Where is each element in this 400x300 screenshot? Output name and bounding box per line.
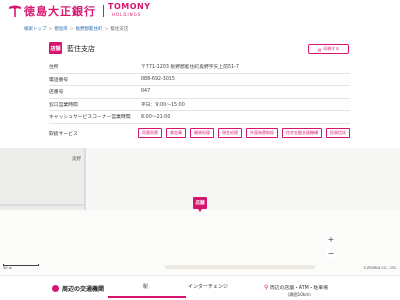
breadcrumb-separator: > [104,27,109,32]
active-tab-indicator [108,296,186,298]
map-area [0,210,400,273]
print-button[interactable]: ▤ 印刷する [308,44,349,54]
bank-name-logo[interactable]: 徳島大正銀行 [24,3,96,19]
service-chips: 両替両替 貸金庫 硬貨処理 現金処理 外国為替取扱 住宅金融支援機構 投資信託 [138,128,350,138]
info-label: 住所 [49,65,59,71]
transport-section: 周辺の交通機関 駅 インターチェンジ ⚲ 周辺の店舗・ATM・駐車場 （周囲10… [0,275,400,300]
service-chip[interactable]: 投資信託 [326,128,350,138]
printer-icon: ▤ [317,46,322,52]
info-row-phone: 電話番号 088-692-3015 [49,74,350,86]
info-row-atm-hours: キャッシュサービスコーナー営業時間 8:00～21:00 [49,111,350,124]
breadcrumb-prefecture[interactable]: 徳島県 [54,27,68,32]
nearby-radius: （周囲10km） [285,292,314,297]
zoom-in-button[interactable]: + [326,235,336,245]
breadcrumb: 検索トップ > 徳島県 > 板野郡藍住町 > 藍住支店 [24,26,128,32]
tab-station[interactable]: 駅 [143,283,148,290]
service-chip[interactable]: 硬貨処理 [190,128,214,138]
store-type-badge: 店舗 [49,42,62,54]
map-area [85,148,400,210]
info-value: 8:00～21:00 [141,115,171,121]
info-value: 〒771-1203 板野郡藍住町奥野字矢上前51-7 [141,65,239,71]
service-chip[interactable]: 現金処理 [218,128,242,138]
breadcrumb-separator: > [69,27,74,32]
info-label: 店番号 [49,90,64,96]
location-pin-icon: ⚲ [264,284,269,291]
service-chip[interactable]: 両替両替 [138,128,162,138]
info-label: キャッシュサービスコーナー営業時間 [49,115,131,121]
map-place-label: 奥野 [72,157,81,162]
info-row-counter-hours: 窓口営業時間 平日：9:00～15:00 [49,99,350,111]
map-road [165,265,315,269]
tab-interchange[interactable]: インターチェンジ [188,283,228,290]
map-road [0,204,85,206]
transport-icon [52,285,59,292]
service-chip[interactable]: 貸金庫 [166,128,186,138]
print-button-label: 印刷する [323,46,340,51]
transport-section-title: 周辺の交通機関 [62,286,105,293]
info-label: 窓口営業時間 [49,102,78,108]
map-store-marker[interactable]: 店舗 [193,197,207,209]
breadcrumb-current: 藍住支店 [110,27,129,32]
service-chip[interactable]: 外国為替取扱 [246,128,278,138]
info-row-services: 取扱サービス 両替両替 貸金庫 硬貨処理 現金処理 外国為替取扱 住宅金融支援機… [49,127,350,139]
map-road [84,148,86,210]
map-copyright: ©ZENRIN CO., LTD. [363,266,397,270]
logo-divider [103,5,104,17]
zoom-out-button[interactable]: − [326,249,336,259]
holdings-logo[interactable]: TOMONY [108,2,151,11]
bank-logo-icon[interactable] [8,4,22,18]
info-value[interactable]: 088-692-3015 [141,77,175,82]
map-scale: 50 m [3,266,12,270]
breadcrumb-search-top[interactable]: 検索トップ [24,27,47,32]
info-label: 電話番号 [49,77,69,83]
site-header: 徳島大正銀行 TOMONY HOLDINGS [0,0,400,22]
store-map[interactable]: 奥野 店舗 + − 50 m ©ZENRIN CO., LTD. [0,148,400,273]
info-row-store-number: 店番号 047 [49,86,350,99]
info-value: 047 [141,89,151,95]
page-title: 藍住支店 [67,45,95,53]
store-info-table: 住所 〒771-1203 板野郡藍住町奥野字矢上前51-7 電話番号 088-6… [49,61,350,124]
holdings-logo-sub: HOLDINGS [112,12,142,17]
info-value: 平日：9:00～15:00 [141,102,185,108]
breadcrumb-town[interactable]: 板野郡藍住町 [76,27,103,32]
nearby-link[interactable]: 周辺の店舗・ATM・駐車場 [270,284,328,291]
info-label: 取扱サービス [49,131,78,137]
map-marker-tail [198,209,202,212]
service-chip[interactable]: 住宅金融支援機構 [282,128,322,138]
info-row-address: 住所 〒771-1203 板野郡藍住町奥野字矢上前51-7 [49,61,350,74]
breadcrumb-separator: > [48,27,53,32]
